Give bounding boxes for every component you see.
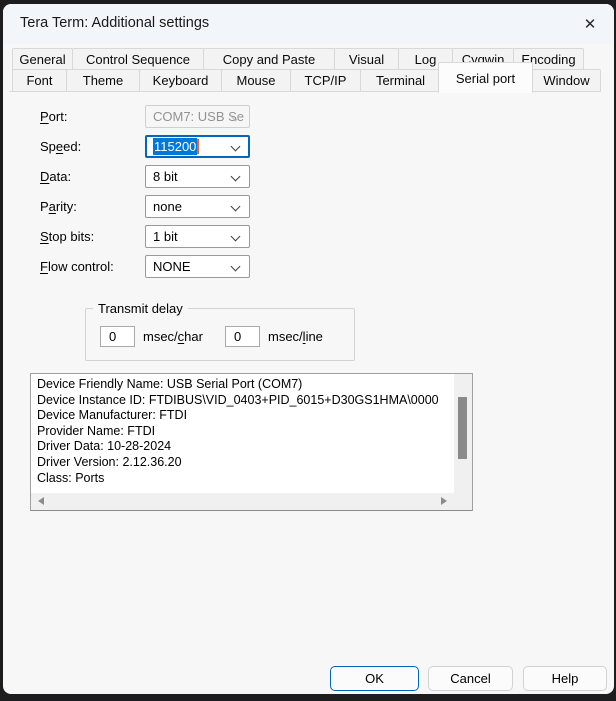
tab-copy-and-paste[interactable]: Copy and Paste xyxy=(203,48,335,70)
device-info-line: Device Instance ID: FTDIBUS\VID_0403+PID… xyxy=(37,393,448,409)
device-info-text: Device Friendly Name: USB Serial Port (C… xyxy=(31,374,454,493)
flow-control-value: NONE xyxy=(153,259,191,274)
cancel-button[interactable]: Cancel xyxy=(428,666,513,691)
text-caret xyxy=(197,139,199,154)
stop-bits-dropdown[interactable]: 1 bit xyxy=(145,225,250,248)
tab-font[interactable]: Font xyxy=(12,69,67,92)
chevron-down-icon[interactable] xyxy=(231,232,241,242)
transmit-delay-group-title: Transmit delay xyxy=(93,301,188,316)
msec-per-line-label: msec/line xyxy=(268,329,323,344)
tab-keyboard[interactable]: Keyboard xyxy=(139,69,222,92)
msec-per-char-value: 0 xyxy=(109,329,116,344)
device-info-line: Driver Data: 10-28-2024 xyxy=(37,439,448,455)
horizontal-scrollbar[interactable] xyxy=(31,493,454,510)
vertical-scrollbar-thumb[interactable] xyxy=(458,397,467,459)
tab-label: Window xyxy=(543,73,589,88)
tab-label: Mouse xyxy=(236,73,275,88)
chevron-down-icon[interactable] xyxy=(231,172,241,182)
stop-bits-label: Stop bits: xyxy=(40,229,94,244)
device-info-line: Class: Ports xyxy=(37,471,448,487)
parity-value: none xyxy=(153,199,182,214)
speed-value: 115200 xyxy=(153,138,197,155)
tab-label: Control Sequence xyxy=(86,52,190,67)
tab-label: Font xyxy=(26,73,52,88)
tab-window[interactable]: Window xyxy=(532,69,601,92)
port-label: Port: xyxy=(40,109,67,124)
speed-label: Speed: xyxy=(40,139,81,154)
scroll-right-arrow-icon[interactable] xyxy=(441,497,447,505)
msec-per-char-input[interactable]: 0 xyxy=(100,326,135,347)
tab-control-sequence[interactable]: Control Sequence xyxy=(72,48,204,70)
ok-button[interactable]: OK xyxy=(330,666,419,691)
stop-bits-value: 1 bit xyxy=(153,229,178,244)
tab-label: General xyxy=(19,52,65,67)
msec-per-line-input[interactable]: 0 xyxy=(225,326,260,347)
window-title: Tera Term: Additional settings xyxy=(20,15,209,31)
device-info-line: Device Friendly Name: USB Serial Port (C… xyxy=(37,377,448,393)
speed-combobox[interactable]: 115200 xyxy=(145,135,250,158)
help-button[interactable]: Help xyxy=(523,666,607,691)
tab-theme[interactable]: Theme xyxy=(66,69,140,92)
data-dropdown[interactable]: 8 bit xyxy=(145,165,250,188)
tab-serial-port[interactable]: Serial port xyxy=(438,62,533,93)
tab-visual[interactable]: Visual xyxy=(334,48,399,70)
parity-dropdown[interactable]: none xyxy=(145,195,250,218)
device-info-line: Driver Version: 2.12.36.20 xyxy=(37,455,448,471)
tab-tcpip[interactable]: TCP/IP xyxy=(290,69,361,92)
flow-control-dropdown[interactable]: NONE xyxy=(145,255,250,278)
flow-control-label: Flow control: xyxy=(40,259,114,274)
tab-mouse[interactable]: Mouse xyxy=(221,69,291,92)
close-icon: ✕ xyxy=(584,15,597,33)
port-dropdown: COM7: USB Se xyxy=(145,105,250,128)
device-info-line: Provider Name: FTDI xyxy=(37,424,448,440)
tab-terminal[interactable]: Terminal xyxy=(360,69,441,92)
scroll-left-arrow-icon[interactable] xyxy=(38,497,44,505)
chevron-down-icon[interactable] xyxy=(231,142,241,152)
vertical-scrollbar[interactable] xyxy=(454,374,472,493)
tab-label: Keyboard xyxy=(153,73,209,88)
data-value: 8 bit xyxy=(153,169,178,184)
tab-label: Theme xyxy=(83,73,123,88)
device-info-listbox[interactable]: Device Friendly Name: USB Serial Port (C… xyxy=(30,373,473,511)
tab-general[interactable]: General xyxy=(12,48,73,70)
tab-label: Log xyxy=(415,52,437,67)
title-bar: Tera Term: Additional settings ✕ xyxy=(3,4,614,44)
msec-per-char-label: msec/char xyxy=(143,329,203,344)
tab-label: Terminal xyxy=(376,73,425,88)
data-label: Data: xyxy=(40,169,71,184)
chevron-down-icon[interactable] xyxy=(231,262,241,272)
tab-label: Serial port xyxy=(456,71,515,86)
msec-per-line-value: 0 xyxy=(234,329,241,344)
chevron-down-icon[interactable] xyxy=(231,202,241,212)
close-button[interactable]: ✕ xyxy=(577,11,603,37)
additional-settings-dialog: Tera Term: Additional settings ✕ General… xyxy=(3,4,614,694)
tab-label: TCP/IP xyxy=(305,73,347,88)
tab-label: Copy and Paste xyxy=(223,52,316,67)
tab-label: Visual xyxy=(349,52,384,67)
parity-label: Parity: xyxy=(40,199,77,214)
scrollbar-corner xyxy=(454,493,472,510)
device-info-line: Device Manufacturer: FTDI xyxy=(37,408,448,424)
